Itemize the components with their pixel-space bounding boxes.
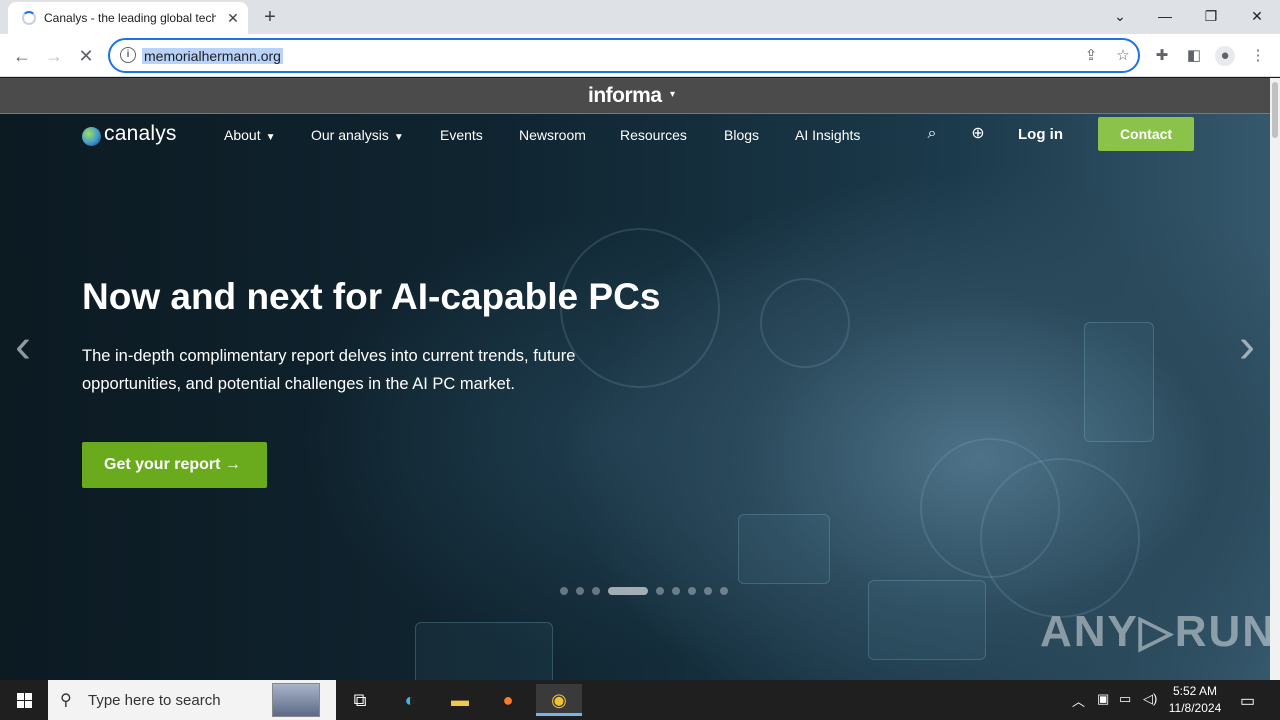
nav-item-resources[interactable]: Resources bbox=[620, 127, 687, 143]
decorative-panel bbox=[738, 514, 830, 584]
windows-logo-icon bbox=[25, 701, 32, 708]
web-page: informa ▾ canalys About ▼ Our analysis ▼ E… bbox=[0, 78, 1270, 680]
carousel-dot[interactable] bbox=[576, 587, 584, 595]
tab-title: Canalys - the leading global tech bbox=[44, 11, 216, 25]
windows-taskbar: ⚲ Type here to search ⧉ ◐ ▬ ● ◉ ︿ ▣ ▭ ◁)… bbox=[0, 680, 1280, 720]
chevron-down-icon[interactable]: ⌄ bbox=[1106, 4, 1134, 28]
windows-logo-icon bbox=[17, 701, 24, 708]
close-window-button[interactable]: ✕ bbox=[1243, 4, 1271, 28]
decorative-panel bbox=[1084, 322, 1154, 442]
carousel-dot[interactable] bbox=[704, 587, 712, 595]
browser-tab[interactable]: Canalys - the leading global tech ✕ bbox=[8, 2, 248, 34]
anyrun-watermark: ANY▷RUN bbox=[1040, 607, 1270, 656]
decorative-globe-shape bbox=[980, 458, 1140, 618]
browser-menu-icon[interactable]: ⋮ bbox=[1248, 46, 1268, 66]
site-info-icon[interactable]: i bbox=[120, 47, 136, 63]
browser-tab-strip: Canalys - the leading global tech ✕ + ⌄ … bbox=[0, 0, 1280, 34]
contact-button[interactable]: Contact bbox=[1098, 117, 1194, 151]
carousel-dot-active[interactable] bbox=[608, 587, 648, 595]
nav-item-our-analysis[interactable]: Our analysis ▼ bbox=[311, 127, 404, 143]
forward-arrow-icon[interactable]: → bbox=[40, 42, 68, 70]
informa-logo[interactable]: informa bbox=[588, 84, 662, 108]
decorative-panel bbox=[415, 622, 553, 680]
file-explorer-icon[interactable]: ▬ bbox=[440, 684, 480, 716]
search-icon: ⚲ bbox=[60, 692, 72, 709]
chevron-down-icon: ▼ bbox=[393, 132, 404, 143]
carousel-dot[interactable] bbox=[672, 587, 680, 595]
chevron-down-icon: ▼ bbox=[265, 132, 276, 143]
address-url[interactable]: memorialhermann.org bbox=[142, 48, 283, 64]
login-link[interactable]: Log in bbox=[1018, 126, 1063, 143]
device-icon[interactable]: ▣ bbox=[1097, 691, 1109, 707]
windows-start-button[interactable] bbox=[0, 680, 48, 720]
side-panel-icon[interactable]: ◧ bbox=[1184, 46, 1204, 66]
clock-date: 11/8/2024 bbox=[1168, 701, 1222, 715]
restore-button[interactable]: ❐ bbox=[1197, 4, 1225, 28]
nav-item-ai-insights[interactable]: AI Insights bbox=[795, 127, 860, 143]
extensions-puzzle-icon[interactable]: ✚ bbox=[1152, 46, 1172, 66]
system-clock[interactable]: 5:52 AM 11/8/2024 bbox=[1164, 683, 1226, 717]
browser-toolbar: ← → ✕ i memorialhermann.org ⇪ ☆ ✚ ◧ ● ⋮ bbox=[0, 34, 1280, 77]
tab-close-icon[interactable]: ✕ bbox=[224, 9, 242, 27]
search-icon[interactable]: ⌕ bbox=[922, 124, 942, 144]
network-icon[interactable]: ▭ bbox=[1119, 691, 1131, 707]
back-arrow-icon[interactable]: ← bbox=[8, 42, 36, 70]
page-scrollbar[interactable] bbox=[1270, 78, 1280, 680]
nav-item-newsroom[interactable]: Newsroom bbox=[519, 127, 586, 143]
chrome-taskbar-icon[interactable]: ◉ bbox=[536, 684, 582, 716]
chevron-up-icon[interactable]: ︿ bbox=[1072, 691, 1085, 710]
globe-language-icon[interactable]: ⊕ bbox=[968, 124, 988, 144]
decorative-ring-shape bbox=[760, 278, 850, 368]
carousel-dot[interactable] bbox=[592, 587, 600, 595]
search-highlight-image bbox=[272, 683, 320, 717]
decorative-panel bbox=[868, 580, 986, 660]
chevron-right-icon[interactable]: › bbox=[1232, 322, 1262, 372]
get-report-button[interactable]: Get your report → bbox=[82, 442, 267, 488]
notification-icon[interactable]: ▭ bbox=[1240, 691, 1255, 711]
carousel-dot[interactable] bbox=[720, 587, 728, 595]
nav-item-blogs[interactable]: Blogs bbox=[724, 127, 759, 143]
edge-browser-icon[interactable]: ◐ bbox=[390, 684, 430, 716]
nav-item-label: Our analysis bbox=[311, 127, 389, 143]
taskbar-search-box[interactable]: ⚲ Type here to search bbox=[48, 680, 336, 720]
loading-spinner-icon bbox=[22, 11, 36, 25]
taskbar-search-placeholder: Type here to search bbox=[88, 692, 221, 709]
profile-avatar-icon[interactable]: ● bbox=[1215, 46, 1235, 66]
windows-logo-icon bbox=[17, 693, 24, 700]
site-navigation: canalys About ▼ Our analysis ▼ Events News… bbox=[0, 115, 1270, 155]
new-tab-button[interactable]: + bbox=[258, 6, 282, 30]
bookmark-star-icon[interactable]: ☆ bbox=[1114, 47, 1132, 65]
carousel-dot[interactable] bbox=[688, 587, 696, 595]
informa-banner[interactable]: informa ▾ bbox=[0, 78, 1270, 114]
chevron-left-icon[interactable]: ‹ bbox=[8, 322, 38, 372]
share-icon[interactable]: ⇪ bbox=[1082, 47, 1100, 65]
minimize-button[interactable]: — bbox=[1151, 4, 1179, 28]
carousel-dot[interactable] bbox=[560, 587, 568, 595]
canalys-globe-icon bbox=[82, 127, 101, 146]
stop-loading-icon[interactable]: ✕ bbox=[72, 42, 100, 70]
address-bar[interactable]: i memorialhermann.org ⇪ ☆ bbox=[108, 38, 1140, 73]
clock-time: 5:52 AM bbox=[1172, 684, 1218, 698]
hero-description: The in-depth complimentary report delves… bbox=[82, 347, 576, 393]
nav-item-events[interactable]: Events bbox=[440, 127, 483, 143]
carousel-dot[interactable] bbox=[656, 587, 664, 595]
logo-text: canalys bbox=[104, 122, 177, 145]
volume-icon[interactable]: ◁) bbox=[1143, 691, 1157, 707]
caret-down-icon[interactable]: ▾ bbox=[670, 89, 675, 100]
task-view-icon[interactable]: ⧉ bbox=[340, 684, 380, 716]
nav-item-label: About bbox=[224, 127, 261, 143]
firefox-icon[interactable]: ● bbox=[488, 684, 528, 716]
nav-item-about[interactable]: About ▼ bbox=[224, 127, 276, 143]
scrollbar-thumb[interactable] bbox=[1272, 82, 1278, 138]
hero-title: Now and next for AI-capable PCs bbox=[82, 276, 661, 317]
windows-logo-icon bbox=[25, 693, 32, 700]
